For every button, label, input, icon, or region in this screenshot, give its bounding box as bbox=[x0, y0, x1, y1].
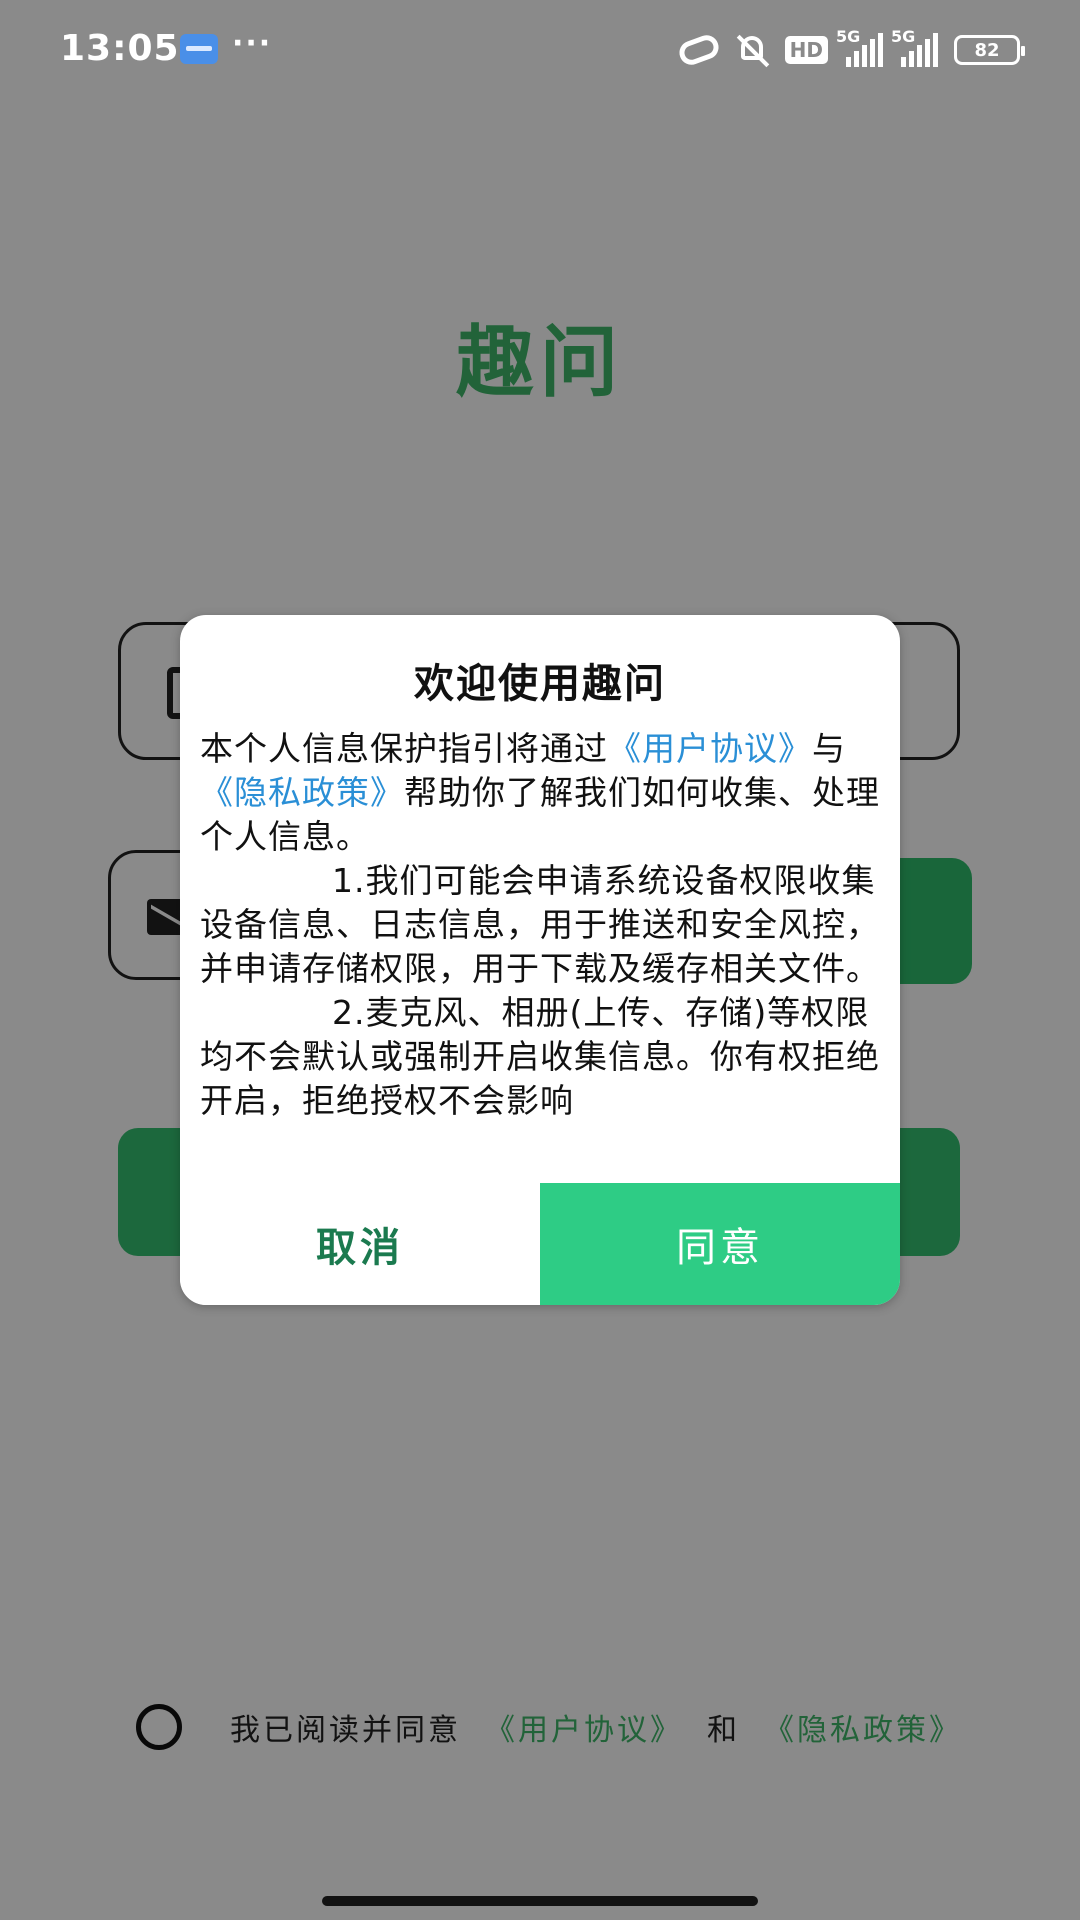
card-notification-icon bbox=[180, 34, 218, 64]
signal-5g-icon: 5G bbox=[836, 27, 883, 67]
hd-voice-icon: HD bbox=[784, 36, 828, 64]
dialog-paragraph-2: 2.麦克风、相册(上传、存储)等权限均不会默认或强制开启收集信息。你有权拒绝开启… bbox=[200, 993, 880, 1120]
agree-button[interactable]: 同意 bbox=[540, 1183, 900, 1305]
intro-mid: 与 bbox=[812, 729, 846, 768]
dialog-paragraph-1: 1.我们可能会申请系统设备权限收集设备信息、日志信息，用于推送和安全风控，并申请… bbox=[200, 861, 880, 988]
dialog-intro: 本个人信息保护指引将通过《用户协议》与《隐私政策》帮助你了解我们如何收集、处理个… bbox=[200, 727, 880, 859]
bell-muted-icon bbox=[735, 32, 769, 68]
dialog-privacy-policy-link[interactable]: 《隐私政策》 bbox=[200, 773, 404, 812]
privacy-dialog: 欢迎使用趣问 本个人信息保护指引将通过《用户协议》与《隐私政策》帮助你了解我们如… bbox=[180, 615, 900, 1305]
signal-label-2: 5G bbox=[891, 27, 916, 46]
dialog-footer: 取消 同意 bbox=[180, 1183, 900, 1305]
dialog-title: 欢迎使用趣问 bbox=[414, 661, 666, 707]
status-time: 13:05 bbox=[60, 28, 180, 69]
intro-prefix: 本个人信息保护指引将通过 bbox=[200, 729, 608, 768]
battery-icon: 82 bbox=[954, 35, 1025, 65]
status-icons: HD 5G 5G 82 bbox=[675, 27, 1025, 72]
dialog-user-agreement-link[interactable]: 《用户协议》 bbox=[608, 729, 812, 768]
signal-label: 5G bbox=[836, 27, 861, 46]
signal-5g-icon-2: 5G bbox=[891, 27, 938, 67]
status-bar: 13:05 ··· HD 5G 5G 82 bbox=[0, 0, 1080, 100]
link-icon bbox=[675, 31, 722, 69]
more-notifications-icon: ··· bbox=[232, 26, 273, 61]
cancel-button[interactable]: 取消 bbox=[180, 1183, 540, 1305]
